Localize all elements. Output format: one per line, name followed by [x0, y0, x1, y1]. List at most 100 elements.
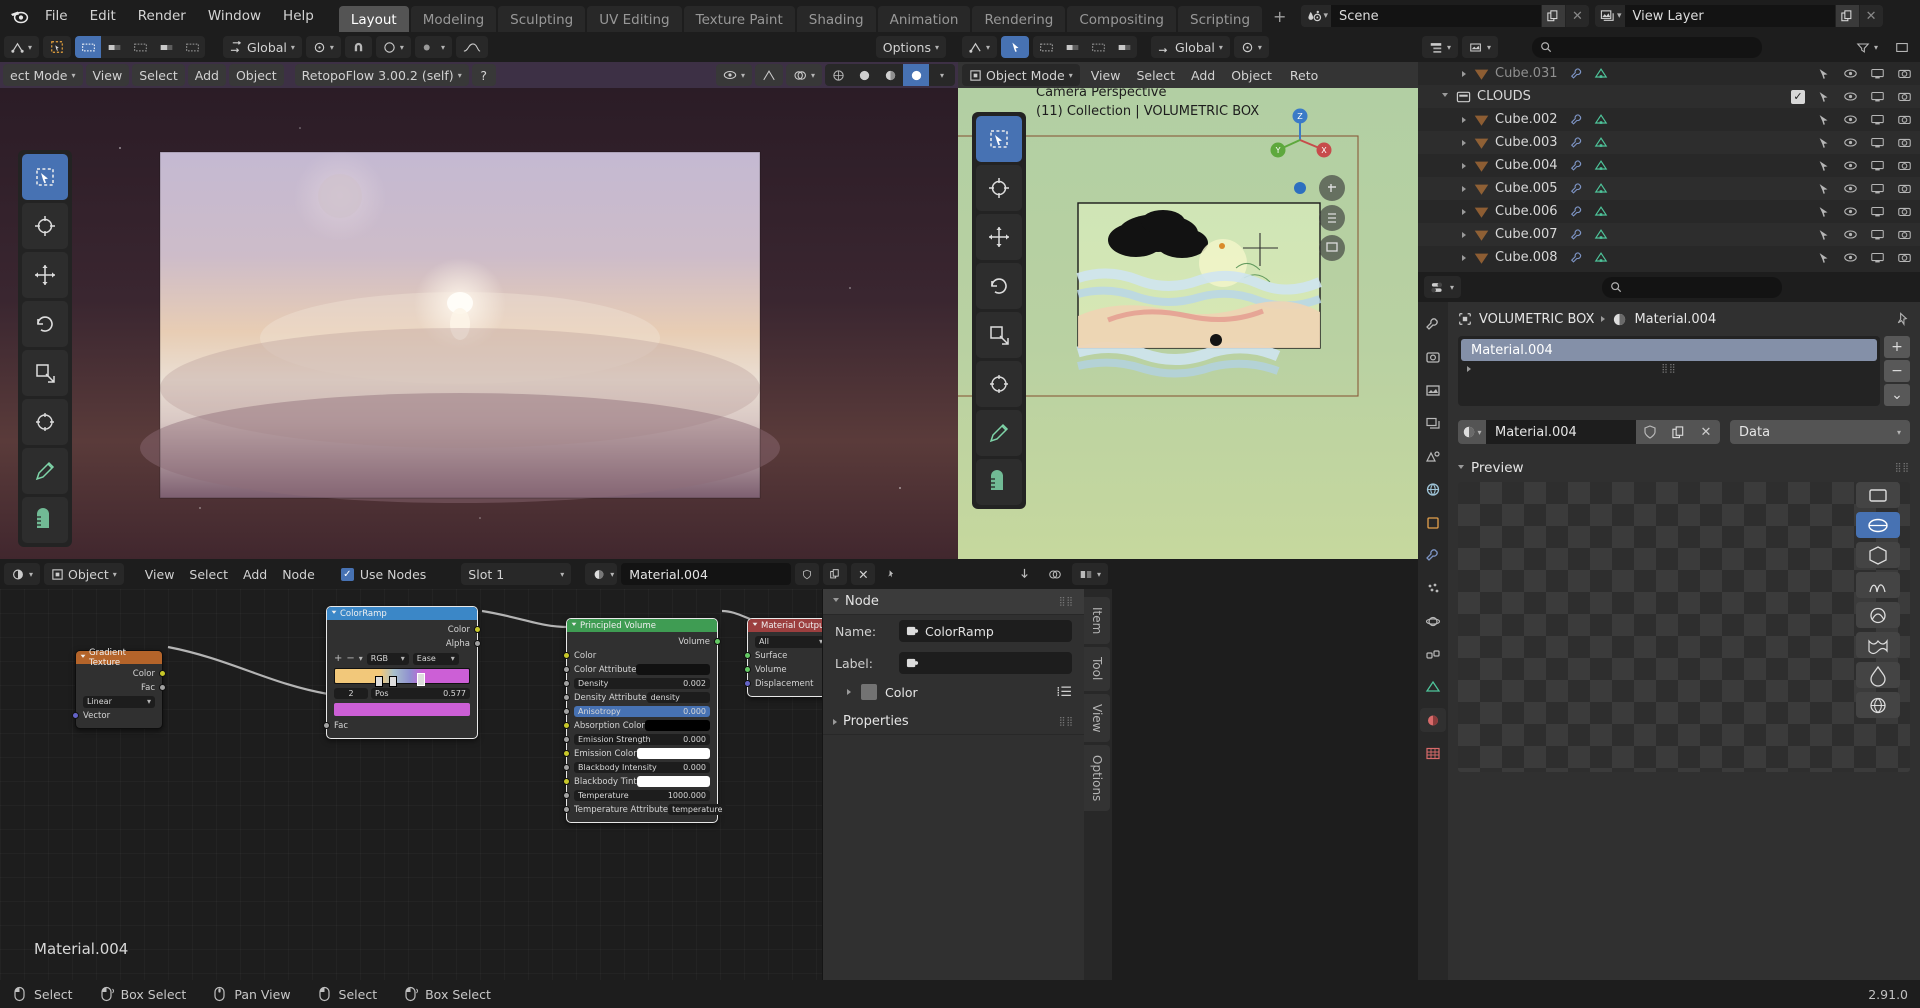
node-input-row[interactable]: Vector	[72, 709, 162, 722]
node-input-value[interactable]: Density 0.002	[574, 678, 710, 689]
node-socket[interactable]	[563, 806, 570, 813]
shading-options-chevron-icon[interactable]: ▾	[929, 64, 955, 86]
node-input-field[interactable]	[636, 776, 710, 787]
workspace-tab-sculpting[interactable]: Sculpting	[498, 6, 586, 32]
outliner-row[interactable]: Cube.003	[1418, 131, 1920, 154]
outliner-item-name[interactable]: Cube.002	[1495, 112, 1558, 127]
disable-render-icon[interactable]	[1897, 113, 1912, 126]
falloff-curve-icon[interactable]	[455, 36, 488, 58]
node-socket[interactable]	[474, 626, 481, 633]
select-box-tool[interactable]	[976, 116, 1022, 162]
node-socket[interactable]	[323, 722, 330, 729]
expand-icon[interactable]	[1462, 139, 1466, 146]
xray-toggle-button[interactable]	[754, 64, 783, 86]
preview-shape-sphere[interactable]	[1856, 512, 1900, 538]
properties-tab-texture[interactable]	[1420, 741, 1446, 765]
node-socket[interactable]	[159, 670, 166, 677]
properties-tab-object[interactable]	[1420, 510, 1446, 534]
hide-eye-icon[interactable]	[1843, 113, 1858, 126]
properties-tab-render[interactable]	[1420, 345, 1446, 369]
node-socket[interactable]	[563, 778, 570, 785]
viewport-right-menu-view[interactable]: View	[1084, 64, 1128, 86]
node-input-row[interactable]: Fac	[323, 719, 477, 732]
menu-edit[interactable]: Edit	[79, 4, 127, 28]
selectable-cursor-icon[interactable]	[1817, 228, 1831, 241]
outliner-search-input[interactable]	[1532, 36, 1763, 58]
preview-panel-header[interactable]: Preview ⣿⣿	[1448, 454, 1920, 482]
outliner-item-name[interactable]: Cube.031	[1495, 66, 1558, 81]
selectable-cursor-icon[interactable]	[1817, 90, 1831, 103]
node-sidebar-tab-tool[interactable]: Tool	[1084, 647, 1110, 691]
properties-tab-scene[interactable]	[1420, 444, 1446, 468]
outliner-row[interactable]: Cube.006	[1418, 200, 1920, 223]
menu-file[interactable]: File	[34, 4, 79, 28]
preview-shape-fluid[interactable]	[1856, 662, 1900, 688]
outliner-item-name[interactable]: Cube.008	[1495, 250, 1558, 265]
node-input-row[interactable]: Temperature 1000.000	[563, 789, 717, 802]
properties-tab-data[interactable]	[1420, 675, 1446, 699]
preview-shape-plane[interactable]	[1856, 482, 1900, 508]
disable-viewport-icon[interactable]	[1870, 90, 1885, 103]
preview-shape-hair[interactable]	[1856, 572, 1900, 598]
vertex-select-icon-right[interactable]	[1033, 36, 1059, 58]
transform-tool[interactable]	[22, 399, 68, 445]
shader-type-selector[interactable]: Object ▾	[44, 563, 124, 585]
selectable-cursor-icon[interactable]	[1817, 182, 1831, 195]
node-socket[interactable]	[563, 792, 570, 799]
collection-checkbox[interactable]: ✓	[1791, 89, 1805, 104]
material-preview[interactable]	[1458, 482, 1910, 772]
disable-viewport-icon[interactable]	[1870, 251, 1885, 264]
workspace-tab-uv-editing[interactable]: UV Editing	[587, 6, 682, 32]
material-preview-shading-icon[interactable]	[877, 64, 903, 86]
node-name-input[interactable]: ColorRamp	[899, 620, 1072, 642]
node-input-row[interactable]: Color Attribute	[563, 663, 717, 676]
node-input-value[interactable]: Temperature 1000.000	[574, 790, 710, 801]
expand-icon[interactable]	[1462, 231, 1466, 238]
node-menu-view[interactable]: View	[138, 563, 182, 585]
material-slot-list[interactable]: Material.004 ⣿⣿	[1458, 336, 1880, 406]
shading-overlays-selector[interactable]: ▾	[785, 64, 822, 86]
disable-viewport-icon[interactable]	[1870, 159, 1885, 172]
material-data-selector[interactable]: Data ▾	[1730, 420, 1910, 444]
node-collapse-icon[interactable]	[752, 622, 758, 629]
slot-expand-icon[interactable]	[1467, 366, 1471, 372]
edge-select-icon-right[interactable]	[1059, 36, 1085, 58]
transform-tool[interactable]	[976, 361, 1022, 407]
face-select-icon-right[interactable]	[1085, 36, 1111, 58]
node-socket[interactable]	[714, 638, 721, 645]
node-input-value[interactable]: Emission Strength 0.000	[574, 734, 710, 745]
hide-eye-icon[interactable]	[1843, 182, 1858, 195]
new-viewlayer-button[interactable]	[1834, 5, 1859, 27]
disable-render-icon[interactable]	[1897, 228, 1912, 241]
node-gradient-texture[interactable]: Gradient Texture Color Fac Linear ▾ Vecto…	[72, 648, 166, 729]
viewport-right-menu-add[interactable]: Add	[1184, 64, 1222, 86]
remove-viewlayer-button[interactable]: ✕	[1858, 5, 1883, 27]
node-panel-header[interactable]: Node ⣿⣿	[823, 589, 1084, 615]
outliner-row[interactable]: Cube.002	[1418, 108, 1920, 131]
remove-stop-icon[interactable]: −	[346, 653, 354, 664]
properties-tab-constraints[interactable]	[1420, 642, 1446, 666]
viewlayer-chevron-down-icon[interactable]: ▾	[1617, 11, 1625, 21]
color-swatch[interactable]	[861, 684, 877, 700]
material-slot-selector[interactable]: Slot 1 ▾	[461, 563, 572, 585]
selectable-cursor-icon[interactable]	[1817, 67, 1831, 80]
select-mode-button-right[interactable]	[1001, 36, 1030, 58]
node-socket[interactable]	[563, 680, 570, 687]
expand-icon[interactable]	[1462, 70, 1466, 77]
node-socket[interactable]	[744, 652, 751, 659]
add-workspace-button[interactable]: +	[1264, 4, 1295, 29]
outliner-row[interactable]: Cube.008	[1418, 246, 1920, 269]
proportional-falloff-selector[interactable]: ▾	[414, 36, 452, 58]
colorramp-pos-row[interactable]: 2 Pos 0.577	[327, 686, 477, 700]
outliner-item-name[interactable]: Cube.007	[1495, 227, 1558, 242]
shading-mode-group[interactable]: ▾	[825, 64, 955, 86]
properties-editor-type-selector[interactable]: ▾	[1424, 276, 1462, 298]
node-input-row[interactable]: Density Attribute density	[563, 691, 717, 704]
viewport-right-menu-object[interactable]: Object	[1224, 64, 1279, 86]
disable-render-icon[interactable]	[1897, 159, 1912, 172]
node-input-row[interactable]: Absorption Color	[563, 719, 717, 732]
workspace-tab-texture-paint[interactable]: Texture Paint	[683, 6, 795, 32]
annotate-tool[interactable]	[976, 410, 1022, 456]
hide-eye-icon[interactable]	[1843, 90, 1858, 103]
expand-icon[interactable]	[1462, 185, 1466, 192]
